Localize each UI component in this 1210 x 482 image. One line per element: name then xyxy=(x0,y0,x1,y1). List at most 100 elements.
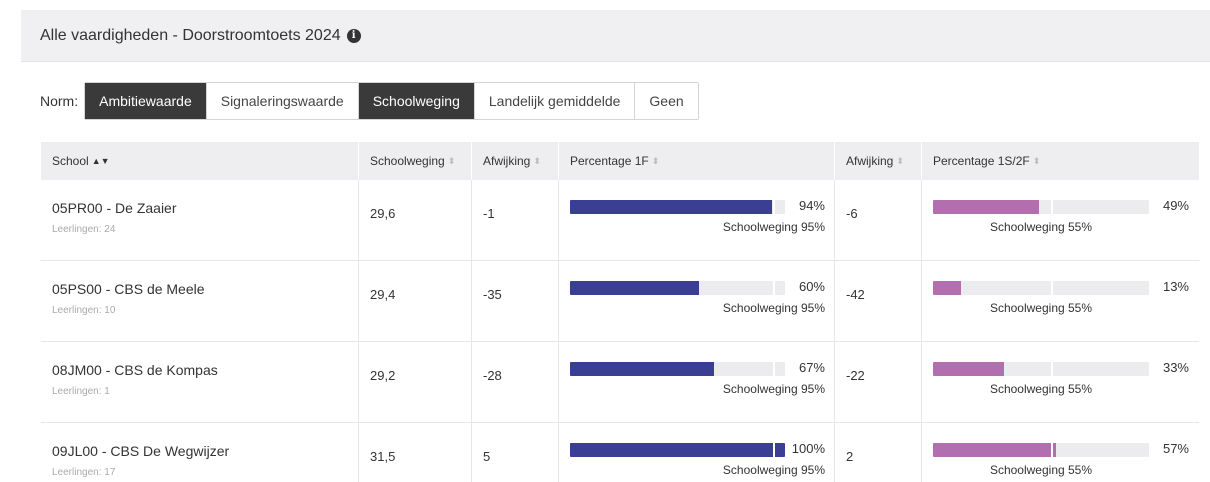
schoolweging-cell: 29,6 xyxy=(359,180,472,261)
percentage-1f-reference: Schoolweging 95% xyxy=(722,382,825,396)
norm-button-group: Ambitiewaarde Signaleringswaarde Schoolw… xyxy=(84,82,699,120)
afwijking-1f-value: -28 xyxy=(483,368,502,383)
norm-signaleringswaarde-button[interactable]: Signaleringswaarde xyxy=(206,83,359,119)
percentage-1f-reference: Schoolweging 95% xyxy=(722,463,825,477)
percentage-1s2f-cell: 33% Schoolweging 55% xyxy=(922,342,1199,423)
schoolweging-value: 29,2 xyxy=(370,368,396,383)
panel-title: Alle vaardigheden - Doorstroomtoets 2024 xyxy=(40,26,341,44)
table-row[interactable]: 05PS00 - CBS de Meele Leerlingen: 10 29,4 -… xyxy=(41,261,1199,342)
norm-landelijk-gemiddelde-button[interactable]: Landelijk gemiddelde xyxy=(474,83,636,119)
column-label-afwijking-1f: Afwijking xyxy=(483,154,531,168)
afwijking-1s2f-value: -6 xyxy=(846,206,858,221)
sort-icon: ⬍ xyxy=(447,155,456,166)
info-icon[interactable]: i xyxy=(346,28,361,43)
column-label-percentage-1s2f: Percentage 1S/2F xyxy=(933,154,1030,168)
panel-header: Alle vaardigheden - Doorstroomtoets 2024… xyxy=(21,10,1210,62)
sort-icon: ⬍ xyxy=(896,155,904,166)
percentage-1f-bar xyxy=(570,200,785,214)
schoolweging-marker xyxy=(773,362,776,376)
afwijking-1f-value: -35 xyxy=(483,287,502,302)
schoolweging-value: 31,5 xyxy=(370,449,396,464)
schoolweging-value: 29,6 xyxy=(370,206,396,221)
table-header: School ▲▼ Schoolweging ⬍ Afwijking ⬍ Per… xyxy=(41,142,1199,180)
percentage-1f-bar-fill xyxy=(570,362,715,376)
column-header-afwijking-1f[interactable]: Afwijking ⬍ xyxy=(472,142,559,180)
school-name[interactable]: 05PR00 - De Zaaier xyxy=(52,200,177,216)
table-row[interactable]: 09JL00 - CBS De Wegwijzer Leerlingen: 17 3… xyxy=(41,423,1199,482)
percentage-1f-bar xyxy=(570,443,785,457)
percentage-1s2f-bar xyxy=(933,362,1149,376)
percentage-1f-value: 100% xyxy=(791,441,825,456)
school-cell: 09JL00 - CBS De Wegwijzer Leerlingen: 17 xyxy=(41,423,359,482)
schoolweging-marker xyxy=(1050,362,1053,376)
percentage-1f-value: 67% xyxy=(798,360,825,375)
afwijking-1s2f-value: -22 xyxy=(846,368,865,383)
column-header-percentage-1f[interactable]: Percentage 1F ⬍ xyxy=(559,142,835,180)
afwijking-1s2f-cell: -22 xyxy=(835,342,922,423)
norm-ambitiewaarde-button[interactable]: Ambitiewaarde xyxy=(85,83,207,119)
afwijking-1f-cell: -1 xyxy=(472,180,559,261)
percentage-1f-bar-fill xyxy=(570,443,785,457)
column-label-school: School xyxy=(52,154,89,168)
school-name[interactable]: 09JL00 - CBS De Wegwijzer xyxy=(52,443,229,459)
percentage-1f-bar-fill xyxy=(570,200,773,214)
afwijking-1s2f-value: -42 xyxy=(846,287,865,302)
column-header-school[interactable]: School ▲▼ xyxy=(41,142,359,180)
norm-label: Norm: xyxy=(40,93,79,109)
schoolweging-cell: 29,2 xyxy=(359,342,472,423)
norm-geen-button[interactable]: Geen xyxy=(635,83,698,119)
table-row[interactable]: 08JM00 - CBS de Kompas Leerlingen: 1 29,2 -… xyxy=(41,342,1199,423)
table-row[interactable]: 05PR00 - De Zaaier Leerlingen: 24 29,6 -1 94… xyxy=(41,180,1199,261)
school-name[interactable]: 08JM00 - CBS de Kompas xyxy=(52,362,218,378)
percentage-1s2f-reference: Schoolweging 55% xyxy=(989,463,1093,477)
percentage-1s2f-bar xyxy=(933,200,1149,214)
percentage-1f-reference: Schoolweging 95% xyxy=(722,220,825,234)
percentage-1s2f-reference: Schoolweging 55% xyxy=(989,301,1093,315)
percentage-1s2f-bar-fill xyxy=(933,200,1039,214)
afwijking-1f-cell: -28 xyxy=(472,342,559,423)
percentage-1f-cell: 94% Schoolweging 95% xyxy=(559,180,835,261)
student-count: Leerlingen: 24 xyxy=(52,224,116,235)
percentage-1s2f-cell: 13% Schoolweging 55% xyxy=(922,261,1199,342)
percentage-1f-bar xyxy=(570,281,785,295)
percentage-1s2f-bar xyxy=(933,281,1149,295)
column-label-percentage-1f: Percentage 1F xyxy=(570,154,649,168)
column-header-schoolweging[interactable]: Schoolweging ⬍ xyxy=(359,142,472,180)
percentage-1s2f-value: 57% xyxy=(1162,441,1189,456)
column-header-percentage-1s2f[interactable]: Percentage 1S/2F ⬍ xyxy=(922,142,1199,180)
percentage-1s2f-value: 13% xyxy=(1162,279,1189,294)
school-cell: 05PR00 - De Zaaier Leerlingen: 24 xyxy=(41,180,359,261)
schoolweging-marker xyxy=(773,200,776,214)
percentage-1f-value: 60% xyxy=(798,279,825,294)
norm-schoolweging-button[interactable]: Schoolweging xyxy=(358,83,475,119)
percentage-1f-value: 94% xyxy=(798,198,825,213)
percentage-1f-reference: Schoolweging 95% xyxy=(722,301,825,315)
percentage-1s2f-reference: Schoolweging 55% xyxy=(989,382,1093,396)
percentage-1s2f-cell: 57% Schoolweging 55% xyxy=(922,423,1199,482)
percentage-1f-cell: 60% Schoolweging 95% xyxy=(559,261,835,342)
sort-icon: ⬍ xyxy=(1032,155,1041,166)
school-cell: 08JM00 - CBS de Kompas Leerlingen: 1 xyxy=(41,342,359,423)
skills-panel: Alle vaardigheden - Doorstroomtoets 2024… xyxy=(21,10,1210,482)
afwijking-1f-value: 5 xyxy=(483,449,491,464)
afwijking-1f-cell: 5 xyxy=(472,423,559,482)
school-name[interactable]: 05PS00 - CBS de Meele xyxy=(52,281,205,297)
student-count: Leerlingen: 17 xyxy=(52,467,116,478)
student-count: Leerlingen: 10 xyxy=(52,305,116,316)
sort-active-icon: ▲▼ xyxy=(91,155,110,166)
afwijking-1s2f-cell: -42 xyxy=(835,261,922,342)
afwijking-1s2f-cell: -6 xyxy=(835,180,922,261)
schoolweging-marker xyxy=(773,281,776,295)
column-label-afwijking-1s2f: Afwijking xyxy=(846,154,894,168)
sort-icon: ⬍ xyxy=(651,155,660,166)
schoolweging-cell: 31,5 xyxy=(359,423,472,482)
afwijking-1s2f-cell: 2 xyxy=(835,423,922,482)
schoolweging-marker xyxy=(1050,443,1053,457)
column-header-afwijking-1s2f[interactable]: Afwijking ⬍ xyxy=(835,142,922,180)
percentage-1f-cell: 67% Schoolweging 95% xyxy=(559,342,835,423)
percentage-1s2f-value: 33% xyxy=(1162,360,1189,375)
percentage-1s2f-reference: Schoolweging 55% xyxy=(989,220,1093,234)
norm-selector: Norm: Ambitiewaarde Signaleringswaarde S… xyxy=(40,82,699,120)
percentage-1s2f-bar-fill xyxy=(933,443,1057,457)
schoolweging-cell: 29,4 xyxy=(359,261,472,342)
